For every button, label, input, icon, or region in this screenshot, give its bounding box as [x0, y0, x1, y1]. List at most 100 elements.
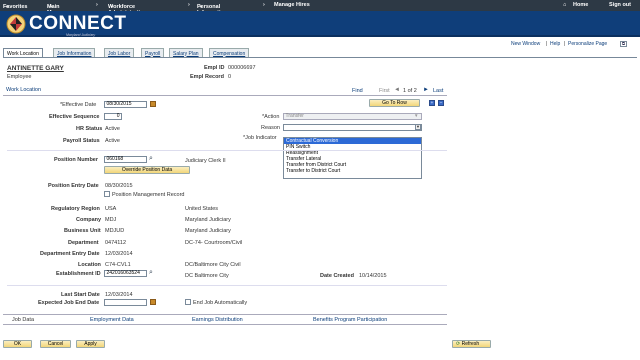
maryland-seal-icon [6, 14, 26, 34]
chevron-down-icon: ▼ [49, 4, 53, 9]
reason-select[interactable] [283, 124, 422, 131]
position-mgmt-label: Position Management Record [112, 192, 185, 198]
link-separator: | [564, 41, 566, 47]
link-separator: | [546, 41, 548, 47]
empl-id-value: 000006697 [228, 65, 256, 71]
job-data-link[interactable]: Job Data [12, 317, 34, 323]
department-desc: DC-74- Courtroom/Civil [185, 240, 243, 246]
calendar-icon[interactable] [150, 299, 156, 305]
reason-option[interactable]: Transfer to District Court [284, 168, 421, 174]
chevron-down-icon[interactable]: ▼ [415, 124, 421, 130]
previous-icon[interactable]: ◄ [394, 87, 400, 93]
end-job-checkbox[interactable] [185, 299, 191, 305]
end-job-label: End Job Automatically [193, 300, 248, 306]
dept-entry-label: Department Entry Date [40, 251, 100, 257]
brand-name: CONNECT [29, 13, 127, 34]
section-title: Work Location [6, 87, 42, 93]
cancel-button[interactable]: Cancel [40, 340, 71, 348]
last-link[interactable]: Last [433, 88, 443, 94]
effective-seq-label: Effective Sequence [49, 114, 100, 120]
divider [7, 150, 447, 151]
override-position-button[interactable]: Override Position Data [104, 166, 190, 174]
reg-region-desc: United States [185, 206, 219, 212]
exp-end-input[interactable] [104, 299, 147, 306]
breadcrumb-sep-icon: › [263, 2, 265, 8]
position-entry-value: 08/30/2015 [105, 183, 133, 189]
department-value: 0474112 [105, 240, 127, 246]
breadcrumb-sep-icon: › [188, 2, 190, 8]
ok-button[interactable]: OK [3, 340, 32, 348]
empl-record-value: 0 [228, 74, 232, 80]
last-start-value: 12/03/2014 [105, 292, 133, 298]
action-label: *Action [262, 114, 280, 120]
action-select[interactable]: Transfer [283, 113, 422, 120]
job-indicator-label: *Job Indicator [243, 135, 277, 141]
establishment-input[interactable]: 242016063524 [104, 270, 147, 277]
next-icon[interactable]: ► [423, 87, 429, 93]
location-label: Location [78, 262, 101, 268]
home-link[interactable]: Home [573, 2, 588, 8]
company-desc: Maryland Judiciary [185, 217, 231, 223]
help-link[interactable]: Help [550, 41, 560, 47]
department-label: Department [68, 240, 99, 246]
dept-entry-value: 12/03/2014 [105, 251, 133, 257]
home-icon[interactable]: ⌂ [563, 2, 566, 8]
tab-salary-plan[interactable]: Salary Plan [169, 48, 203, 57]
first-label: First [379, 88, 390, 94]
signout-link[interactable]: Sign out [609, 2, 631, 8]
empl-id-label: Empl ID [204, 65, 225, 71]
new-window-link[interactable]: New Window [511, 41, 540, 47]
manage-hires-link[interactable]: Manage Hires [274, 2, 310, 8]
date-created-label: Date Created [320, 273, 354, 279]
row-count: 1 of 2 [403, 88, 417, 94]
company-value: MDJ [105, 217, 117, 223]
reg-region-label: Regulatory Region [51, 206, 100, 212]
personalize-page-link[interactable]: Personalize Page [568, 41, 607, 47]
search-icon[interactable]: ⌕ [149, 269, 153, 277]
search-icon[interactable]: ⌕ [149, 155, 153, 163]
breadcrumb-sep-icon: › [96, 2, 98, 8]
reg-region-value: USA [105, 206, 117, 212]
tab-job-information[interactable]: Job Information [53, 48, 96, 57]
add-row-icon[interactable]: + [429, 100, 435, 106]
find-link[interactable]: Find [352, 88, 363, 94]
tab-work-location[interactable]: Work Location [3, 48, 43, 57]
apply-button[interactable]: Apply [76, 340, 105, 348]
employment-data-link[interactable]: Employment Data [90, 317, 134, 323]
expand-icon[interactable]: ⧉ [620, 41, 627, 47]
position-entry-label: Position Entry Date [48, 183, 99, 189]
chevron-down-icon[interactable]: ▼ [414, 113, 418, 118]
divider [7, 285, 447, 286]
reason-label: Reason [261, 125, 280, 131]
employee-name: ANTINETTE GARY [7, 65, 64, 72]
tab-job-labor[interactable]: Job Labor [104, 48, 135, 57]
chevron-down-icon: ▼ [199, 4, 203, 9]
hr-status-value: Active [105, 126, 120, 132]
hr-status-label: HR Status [76, 126, 103, 132]
business-unit-value: MDJUD [105, 228, 125, 234]
delete-row-icon[interactable]: − [438, 100, 444, 106]
position-mgmt-checkbox[interactable] [104, 191, 110, 197]
go-to-row-button[interactable]: Go To Row [369, 99, 420, 107]
business-unit-desc: Maryland Judiciary [185, 228, 231, 234]
tab-payroll[interactable]: Payroll [141, 48, 165, 57]
tab-compensation[interactable]: Compensation [209, 48, 250, 57]
effective-date-input[interactable]: 08/30/2015 [104, 101, 147, 108]
last-start-label: Last Start Date [61, 292, 100, 298]
exp-end-label: Expected Job End Date [38, 300, 100, 306]
position-number-input[interactable]: 060168 [104, 156, 147, 163]
earnings-distribution-link[interactable]: Earnings Distribution [192, 317, 243, 323]
app-header: CONNECT Maryland Judiciary [0, 11, 640, 37]
effective-date-label: *Effective Date [60, 102, 97, 108]
benefits-participation-link[interactable]: Benefits Program Participation [313, 317, 387, 323]
refresh-icon: ⟳ [456, 341, 461, 347]
effective-seq-input[interactable]: 0 [104, 113, 122, 120]
chevron-down-icon: ▼ [110, 4, 114, 9]
refresh-button[interactable]: ⟳ Refresh [452, 340, 491, 348]
reason-dropdown-list[interactable]: Contractual Conversion PIN Switch Reassi… [283, 137, 422, 179]
company-label: Company [76, 217, 102, 223]
payroll-status-value: Active [105, 138, 120, 144]
calendar-icon[interactable] [150, 101, 156, 107]
payroll-status-label: Payroll Status [63, 138, 100, 144]
brand-subtitle: Maryland Judiciary [66, 33, 96, 37]
